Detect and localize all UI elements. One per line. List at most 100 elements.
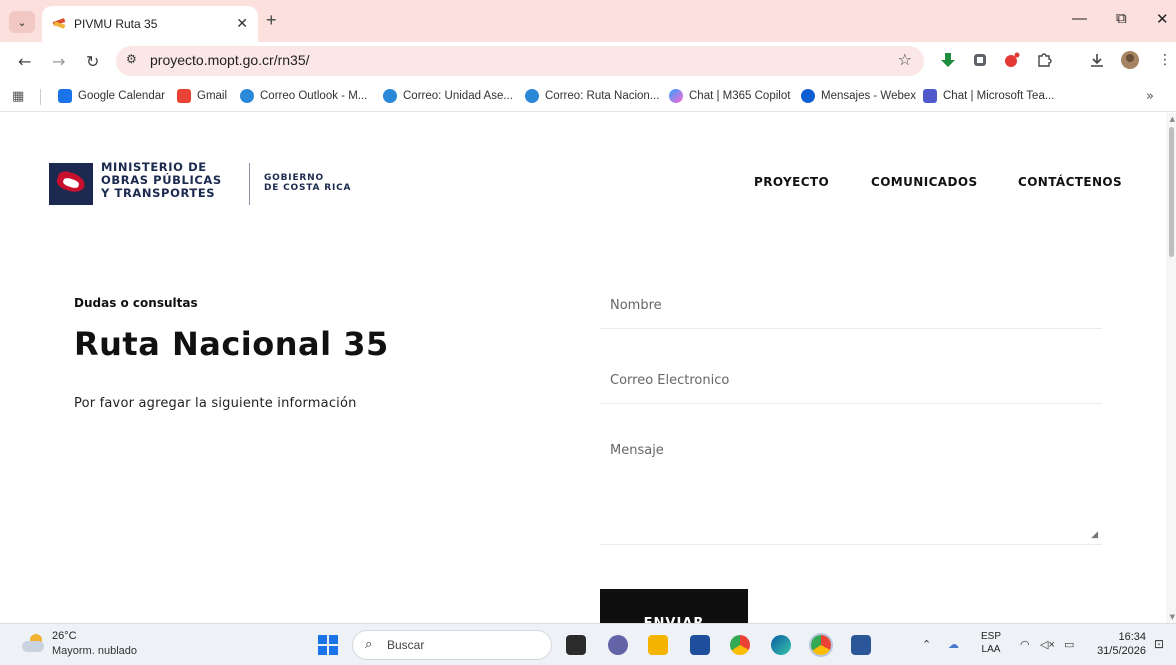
battery-icon[interactable]: ▭ [1064,638,1074,651]
bookmark-star-icon[interactable]: ☆ [898,50,912,69]
bookmark-teams[interactable]: Chat | Microsoft Tea... [923,89,1054,103]
extension-icon[interactable] [972,52,988,68]
bookmark-label: Mensajes - Webex [821,90,917,102]
bookmarks-overflow-button[interactable]: » [1146,89,1154,104]
outlook-icon [525,89,539,103]
chrome-profile-icon[interactable] [811,635,831,655]
apps-grid-icon[interactable]: ▦ [12,89,24,104]
new-tab-button[interactable]: + [266,10,277,31]
microsoft-store-icon[interactable] [690,635,710,655]
site-info-icon[interactable]: ⚙ [126,52,137,66]
bookmark-correo-ruta[interactable]: Correo: Ruta Nacion... [525,89,659,103]
chevron-down-icon: ⌄ [17,15,27,29]
tab-search-button[interactable]: ⌄ [9,11,35,33]
weather-partly-cloudy-icon[interactable] [22,634,44,654]
name-input[interactable] [600,283,1102,328]
bookmark-google-calendar[interactable]: Google Calendar [58,89,165,103]
scrollbar-thumb[interactable] [1169,127,1174,257]
teams-chat-icon[interactable] [608,635,628,655]
input-language[interactable]: ESP LAA [981,630,1001,656]
section-eyebrow: Dudas o consultas [74,296,198,310]
weather-description[interactable]: Mayorm. nublado [52,645,137,657]
bookmarks-bar: ▦ Google Calendar Gmail Correo Outlook -… [0,82,1176,112]
page-scrollbar[interactable]: ▲ ▼ [1166,113,1176,623]
resize-handle-icon[interactable]: ◢ [1091,530,1098,540]
logo-ministry-text: MINISTERIO DE OBRAS PÚBLICAS Y TRANSPORT… [101,161,251,200]
logo-divider [249,163,250,205]
logo-government-text: GOBIERNO DE COSTA RICA [264,173,351,193]
keyboard-layout: LAA [981,644,1001,655]
search-icon: ⌕ [365,637,373,652]
bookmarks-divider [40,89,41,105]
tray-overflow-icon[interactable]: ⌃ [922,638,931,651]
bookmark-gmail[interactable]: Gmail [177,89,227,103]
copilot-icon [669,89,683,103]
onedrive-icon[interactable]: ☁ [948,638,959,651]
nav-comunicados[interactable]: COMUNICADOS [871,175,978,189]
edge-icon[interactable] [771,635,791,655]
bookmark-label: Correo: Unidad Ase... [403,90,513,102]
weather-temperature[interactable]: 26°C [52,630,77,642]
task-view-icon[interactable] [566,635,586,655]
bookmark-label: Chat | Microsoft Tea... [943,90,1055,102]
gmail-icon [177,89,191,103]
wifi-icon[interactable]: ◠ [1020,638,1030,651]
bookmark-copilot[interactable]: Chat | M365 Copilot [669,89,790,103]
download-extension-icon[interactable] [940,52,956,68]
scroll-up-icon[interactable]: ▲ [1170,115,1175,123]
bookmark-webex[interactable]: Mensajes - Webex [801,89,916,103]
bookmark-outlook[interactable]: Correo Outlook - M... [240,89,367,103]
outlook-icon [383,89,397,103]
windows-start-icon[interactable] [318,635,338,655]
teams-icon [923,89,937,103]
chrome-icon[interactable] [730,635,750,655]
language-code: ESP [981,631,1002,642]
window-close-button[interactable]: ✕ [1156,10,1169,28]
forward-arrow-icon[interactable]: → [52,52,65,71]
pdf-extension-icon[interactable] [1004,52,1020,68]
url-text[interactable]: proyecto.mopt.go.cr/rn35/ [150,52,310,68]
logo-ministry-line: Y TRANSPORTES [101,186,216,200]
nav-contactenos[interactable]: CONTÁCTENOS [1018,175,1122,189]
message-field: ◢ [600,433,1102,545]
clock-date: 31/5/2026 [1097,645,1146,657]
taskbar-search[interactable]: ⌕ Buscar [352,630,552,660]
scroll-down-icon[interactable]: ▼ [1170,613,1175,621]
window-minimize-button[interactable]: — [1072,10,1087,27]
bookmark-label: Chat | M365 Copilot [689,90,791,102]
downloads-icon[interactable] [1089,52,1105,68]
name-field [600,283,1102,329]
puzzle-extensions-icon[interactable] [1036,52,1052,68]
address-bar[interactable]: ⚙ proyecto.mopt.go.cr/rn35/ ☆ [116,46,924,76]
logo-gov-line: GOBIERNO [264,173,324,183]
file-explorer-icon[interactable] [648,635,668,655]
reload-icon[interactable]: ↻ [86,52,99,71]
system-clock[interactable]: 16:34 31/5/2026 [1094,630,1146,658]
bookmark-label: Correo Outlook - M... [260,90,368,102]
profile-avatar[interactable] [1120,50,1140,70]
page-title: Ruta Nacional 35 [74,325,389,363]
mopt-logo[interactable]: MINISTERIO DE OBRAS PÚBLICAS Y TRANSPORT… [49,161,362,207]
message-textarea[interactable] [600,433,1102,544]
notifications-icon[interactable]: ⊡ [1154,637,1164,651]
clock-time: 16:34 [1118,631,1146,643]
calendar-icon [58,89,72,103]
browser-tab-active[interactable]: PIVMU Ruta 35 ✕ [42,6,258,42]
tab-strip: ⌄ PIVMU Ruta 35 ✕ + — ⧉ ✕ [0,0,1176,42]
outlook-icon [240,89,254,103]
email-input[interactable] [600,358,1102,403]
window-restore-button[interactable]: ⧉ [1116,10,1127,27]
submit-button[interactable]: ENVIAR [600,589,748,623]
volume-muted-icon[interactable]: ◁× [1040,638,1055,651]
nav-proyecto[interactable]: PROYECTO [754,175,829,189]
word-icon[interactable] [851,635,871,655]
bookmark-label: Gmail [197,90,228,102]
site-favicon-icon [52,17,66,31]
browser-menu-icon[interactable]: ⋮ [1158,52,1172,68]
tab-title: PIVMU Ruta 35 [74,17,158,31]
bookmark-correo-unidad[interactable]: Correo: Unidad Ase... [383,89,513,103]
logo-gov-line: DE COSTA RICA [264,183,352,193]
taskbar-search-label: Buscar [387,638,425,652]
tab-close-icon[interactable]: ✕ [236,16,248,32]
back-arrow-icon[interactable]: ← [18,52,31,71]
